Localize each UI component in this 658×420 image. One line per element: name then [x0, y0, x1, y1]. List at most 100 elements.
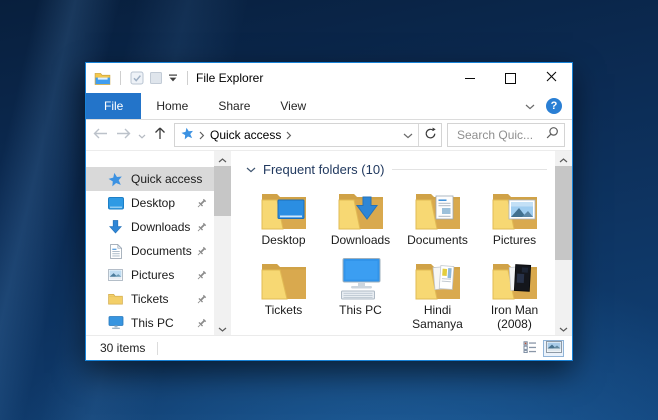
status-separator	[157, 342, 158, 355]
scroll-up-button[interactable]	[555, 151, 572, 166]
folder-tile-tickets[interactable]: Tickets	[245, 250, 322, 332]
sidebar-item-label: Downloads	[131, 220, 190, 234]
new-folder-icon[interactable]	[149, 71, 163, 85]
folder-tile-downloads[interactable]: Downloads	[322, 180, 399, 248]
tab-view[interactable]: View	[265, 93, 321, 119]
pin-icon[interactable]	[196, 294, 207, 305]
sidebar-item-documents[interactable]: Documents	[86, 239, 214, 263]
scroll-up-button[interactable]	[214, 151, 231, 166]
sidebar-item-quick-access[interactable]: Quick access	[86, 167, 214, 191]
forward-arrow-icon	[116, 126, 131, 144]
chevron-down-icon	[559, 319, 568, 337]
toolbar-separator	[120, 71, 121, 85]
sidebar-item-label: Desktop	[131, 196, 175, 210]
status-bar: 30 items	[86, 335, 572, 360]
folder-tile-desktop[interactable]: Desktop	[245, 180, 322, 248]
pin-icon[interactable]	[196, 222, 207, 233]
close-button[interactable]	[531, 63, 572, 93]
scroll-down-button[interactable]	[555, 320, 572, 335]
sidebar-item-pictures[interactable]: Pictures	[86, 263, 214, 287]
folder-tile-iron-man-2008[interactable]: Iron Man (2008)	[476, 250, 553, 332]
title-bar[interactable]: File Explorer	[86, 63, 572, 93]
sidebar-scrollbar[interactable]	[214, 151, 231, 335]
caption-buttons	[449, 63, 572, 93]
pin-icon[interactable]	[196, 270, 207, 281]
folder-icon	[107, 293, 124, 305]
folder-tile-hindi-samanya[interactable]: Hindi Samanya	[399, 250, 476, 332]
refresh-icon	[424, 127, 437, 143]
sidebar-item-label: Pictures	[131, 268, 174, 282]
search-box[interactable]	[447, 123, 565, 147]
scrollbar-thumb[interactable]	[214, 166, 231, 216]
star-icon	[107, 172, 124, 187]
forward-button[interactable]	[112, 123, 135, 147]
folder-plain-icon	[257, 250, 311, 302]
main-scrollbar[interactable]	[555, 151, 572, 335]
sidebar-item-label: Quick access	[131, 172, 202, 186]
back-button[interactable]	[89, 123, 112, 147]
up-arrow-icon	[153, 126, 167, 145]
search-icon[interactable]	[546, 126, 559, 144]
sidebar-item-downloads[interactable]: Downloads	[86, 215, 214, 239]
tile-label: Hindi Samanya	[400, 304, 476, 332]
properties-icon[interactable]	[130, 71, 144, 85]
sidebar-item-label: This PC	[131, 316, 174, 330]
details-view-icon	[523, 341, 537, 356]
thumbnail-view-button[interactable]	[543, 340, 564, 357]
tab-home[interactable]: Home	[141, 93, 203, 119]
pin-icon[interactable]	[196, 198, 207, 209]
tile-label: Documents	[407, 234, 468, 248]
group-header-rule	[392, 169, 547, 170]
address-bar[interactable]: Quick access	[174, 123, 442, 147]
file-explorer-window: File Explorer File Home Share View ?	[85, 62, 573, 361]
tile-label: Pictures	[493, 234, 536, 248]
help-button[interactable]: ?	[546, 98, 562, 114]
quick-access-star-icon	[181, 127, 194, 143]
computer-large-icon	[334, 250, 388, 302]
tab-share[interactable]: Share	[203, 93, 265, 119]
desktop-wallpaper: File Explorer File Home Share View ?	[0, 0, 658, 420]
breadcrumb-chevron-icon[interactable]	[286, 131, 292, 140]
folder-pictures-icon	[488, 180, 542, 232]
download-arrow-icon	[107, 220, 124, 234]
expand-ribbon-chevron-icon[interactable]	[525, 99, 535, 113]
pin-icon[interactable]	[196, 318, 207, 329]
customize-toolbar-icon[interactable]	[168, 74, 178, 82]
file-explorer-logo-icon	[94, 72, 111, 85]
sidebar-item-desktop[interactable]: Desktop	[86, 191, 214, 215]
tab-file[interactable]: File	[86, 93, 141, 119]
folder-tile-this-pc[interactable]: This PC	[322, 250, 399, 332]
navigation-pane: Quick access Desktop Downloads Documents Pic…	[86, 151, 214, 335]
breadcrumb-chevron-icon[interactable]	[199, 131, 205, 140]
collapse-group-chevron-icon[interactable]	[246, 167, 256, 173]
recent-locations-button[interactable]	[135, 123, 148, 147]
picture-icon	[107, 269, 124, 281]
scrollbar-thumb[interactable]	[555, 166, 572, 260]
up-button[interactable]	[148, 123, 171, 147]
folder-documents-icon	[411, 180, 465, 232]
folder-tile-pictures[interactable]: Pictures	[476, 180, 553, 248]
group-header[interactable]: Frequent folders (10)	[246, 162, 547, 177]
refresh-button[interactable]	[418, 124, 441, 146]
search-input[interactable]	[455, 127, 546, 143]
folder-view: Frequent folders (10) Desktop Downloads …	[231, 151, 555, 335]
scrollbar-track[interactable]	[214, 166, 231, 320]
sidebar-item-this-pc[interactable]: This PC	[86, 311, 214, 335]
minimize-button[interactable]	[449, 63, 490, 93]
sidebar-item-tickets[interactable]: Tickets	[86, 287, 214, 311]
quick-access-toolbar	[94, 71, 192, 85]
folder-tile-documents[interactable]: Documents	[399, 180, 476, 248]
breadcrumb-quick-access[interactable]: Quick access	[210, 128, 281, 142]
maximize-button[interactable]	[490, 63, 531, 93]
folder-downloads-icon	[334, 180, 388, 232]
scroll-down-button[interactable]	[214, 320, 231, 335]
monitor-icon	[107, 197, 124, 210]
address-bar-row: Quick access	[86, 120, 572, 150]
details-view-button[interactable]	[519, 340, 540, 357]
folder-dark-icon	[488, 250, 542, 302]
address-dropdown-button[interactable]	[398, 124, 418, 146]
items-count: 30 items	[100, 341, 145, 355]
pin-icon[interactable]	[196, 246, 207, 257]
scrollbar-track[interactable]	[555, 166, 572, 320]
folder-media-icon	[411, 250, 465, 302]
